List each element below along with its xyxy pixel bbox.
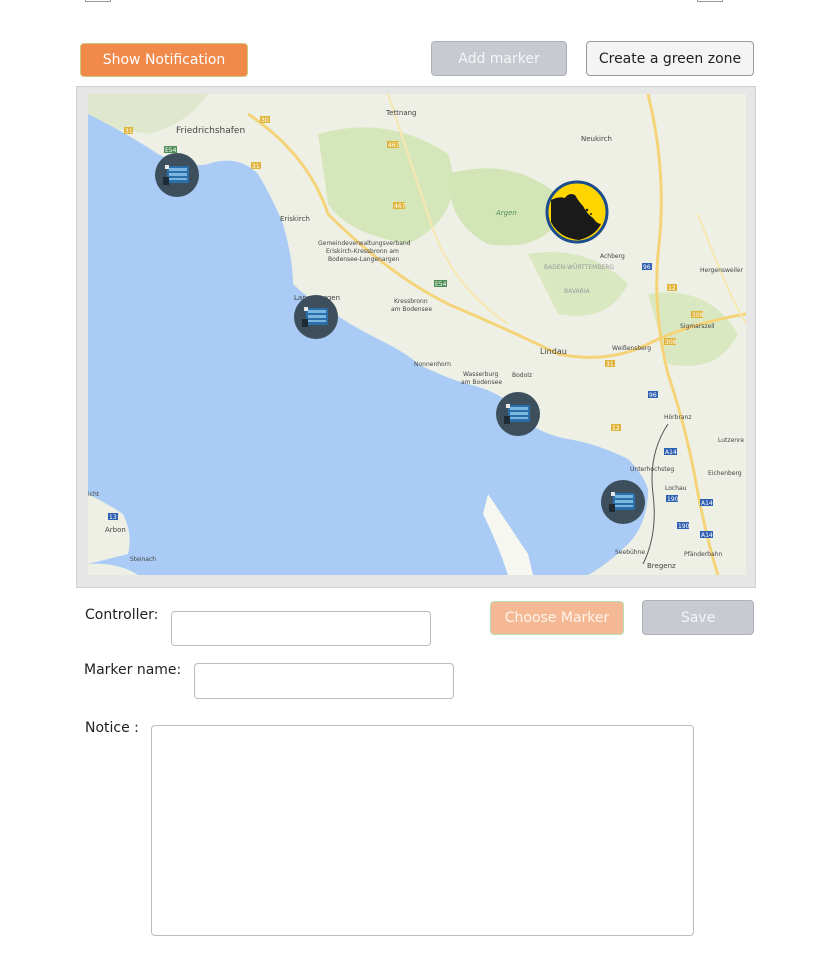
place-label: BADEN-WÜRTTEMBERG: [544, 264, 614, 271]
road-badge: 12: [612, 425, 620, 432]
road-badge: 31: [125, 128, 133, 135]
road-badge: 190: [678, 523, 690, 530]
place-label: Bodensee-Langenargen: [328, 256, 399, 263]
road-badge: A14: [701, 532, 713, 539]
place-label: Bregenz: [647, 562, 676, 570]
choose-marker-button[interactable]: Choose Marker: [490, 601, 624, 635]
add-marker-button[interactable]: Add marker: [431, 41, 567, 76]
road-badge: 308: [665, 339, 677, 346]
place-label: Sigmarszell: [680, 323, 715, 330]
controller-field[interactable]: [171, 611, 431, 646]
road-badge: 308: [692, 312, 704, 319]
road-badge: 13: [109, 514, 117, 521]
place-label: icht: [88, 491, 100, 498]
place-label: Eriskirch-Kressbronn am: [326, 248, 399, 255]
show-notification-button[interactable]: Show Notification: [80, 43, 248, 77]
place-label: Bodolz: [512, 372, 532, 379]
place-label: Arbon: [105, 526, 126, 534]
place-label: BAVARIA: [564, 288, 591, 295]
place-label: Eichenberg: [708, 470, 742, 477]
place-label: Friedrichshafen: [176, 126, 245, 136]
place-label: am Bodensee: [391, 306, 432, 313]
place-label: Weißensberg: [612, 345, 651, 352]
rock-shore-icon: [545, 180, 609, 244]
place-label: Lochau: [665, 485, 687, 492]
road-badge: 467: [394, 203, 406, 210]
notice-label: Notice :: [85, 720, 139, 736]
place-label: Lutzenre: [718, 437, 744, 444]
place-label: Nonnenhorn: [414, 361, 451, 368]
place-label: Gemeindeverwaltungsverband: [318, 240, 411, 247]
road-badge: 31: [606, 361, 614, 368]
road-badge: 96: [643, 264, 651, 271]
road-badge: 12: [668, 285, 676, 292]
place-label: Hergensweiler: [700, 267, 744, 274]
top-right-stub: [697, 0, 723, 2]
device-marker[interactable]: [601, 480, 645, 524]
place-label: Tettnang: [385, 109, 417, 117]
marker-name-field[interactable]: [194, 663, 454, 699]
road-badge: A14: [665, 449, 677, 456]
road-badge: 190: [667, 496, 679, 503]
road-badge: 467: [388, 142, 400, 149]
place-label: Kressbronn: [394, 298, 428, 305]
road-badge: E54: [435, 281, 447, 288]
server-device-icon: [496, 392, 540, 436]
device-marker[interactable]: [496, 392, 540, 436]
place-label: Wasserburg: [463, 371, 499, 378]
controller-label: Controller:: [85, 607, 159, 623]
place-label: am Bodensee: [461, 379, 502, 386]
save-button[interactable]: Save: [642, 600, 754, 635]
device-marker[interactable]: [155, 153, 199, 197]
place-label: Lindau: [540, 347, 567, 356]
server-device-icon: [294, 295, 338, 339]
road-badge: A14: [701, 500, 713, 507]
place-label: Hörbranz: [664, 414, 692, 421]
place-label: Argen: [495, 209, 517, 217]
road-badge: 31: [252, 163, 260, 170]
place-label: Seebühne: [615, 549, 645, 556]
place-label: Unterhochsteg: [630, 466, 674, 473]
top-left-stub: [85, 0, 111, 2]
server-device-icon: [155, 153, 199, 197]
create-green-zone-button[interactable]: Create a green zone: [586, 41, 754, 76]
zone-marker[interactable]: [545, 180, 609, 244]
map-frame: 31 30 E54 31 467 467 E54 31 308 308 12 9…: [76, 86, 756, 588]
place-label: Pfänderbahn: [684, 551, 722, 558]
place-label: Achberg: [600, 253, 625, 260]
road-badge: 96: [649, 392, 657, 399]
road-badge: 30: [261, 117, 269, 124]
device-marker[interactable]: [294, 295, 338, 339]
place-label: Steinach: [130, 556, 156, 563]
server-device-icon: [601, 480, 645, 524]
marker-name-label: Marker name:: [84, 662, 182, 678]
place-label: Eriskirch: [280, 215, 310, 223]
notice-textarea[interactable]: [151, 725, 694, 936]
map-canvas[interactable]: 31 30 E54 31 467 467 E54 31 308 308 12 9…: [88, 94, 746, 575]
place-label: Neukirch: [581, 135, 612, 143]
